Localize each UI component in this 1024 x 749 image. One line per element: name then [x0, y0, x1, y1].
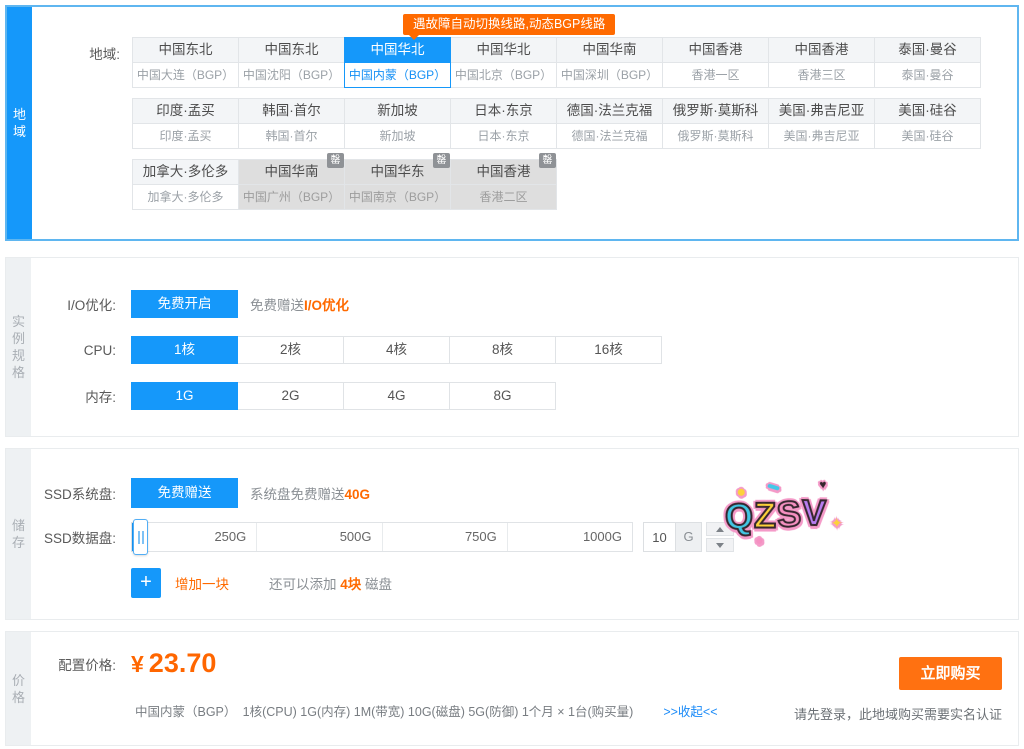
region-option-shenyang[interactable]: 中国东北 中国沈阳（BGP）	[238, 37, 345, 88]
instance-spec-section: 实例规格 I/O优化: 免费开启 免费赠送I/O优化 CPU: 1核 2核 4核…	[5, 257, 1019, 437]
region-option-neimeng-selected[interactable]: 中国华北 中国内蒙（BGP）	[344, 37, 451, 88]
slider-handle[interactable]	[133, 519, 148, 555]
memory-option-2g[interactable]: 2G	[237, 382, 344, 410]
sold-out-badge: 罄	[433, 153, 450, 168]
io-enable-button[interactable]: 免费开启	[131, 290, 238, 318]
heart-icon: ♥	[819, 478, 828, 490]
price-section: 价格 配置价格: ¥23.70 中国内蒙（BGP） 1核(CPU) 1G(内存)…	[5, 631, 1019, 746]
region-option-siliconvalley[interactable]: 美国·硅谷 美国·硅谷	[874, 98, 981, 149]
cpu-row: CPU: 1核 2核 4核 8核 16核	[31, 336, 1018, 364]
region-option-singapore[interactable]: 新加坡 新加坡	[344, 98, 451, 149]
region-row-2: 印度·孟买 印度·孟买 韩国·首尔 韩国·首尔 新加坡 新加坡 日本·东京 日本…	[132, 98, 1017, 149]
system-disk-free-button[interactable]: 免费赠送	[131, 478, 238, 508]
region-option-frankfurt[interactable]: 德国·法兰克福 德国·法兰克福	[556, 98, 663, 149]
login-required-note: 请先登录，此地域购买需要实名认证	[794, 704, 1002, 723]
region-option-virginia[interactable]: 美国·弗吉尼亚 美国·弗吉尼亚	[768, 98, 875, 149]
region-option-toronto[interactable]: 加拿大·多伦多 加拿大·多伦多	[132, 159, 239, 210]
region-row-3: 加拿大·多伦多 加拿大·多伦多 中国华南 中国广州（BGP） 罄 中国华东 中国…	[132, 159, 1017, 210]
region-option-nanjing-soldout[interactable]: 中国华东 中国南京（BGP） 罄	[344, 159, 451, 210]
add-disk-label[interactable]: 增加一块	[175, 573, 229, 593]
disk-size-slider[interactable]: 250G 500G 750G 1000G	[131, 522, 633, 552]
storage-section: 储存 SSD系统盘: 免费赠送 系统盘免费赠送40G SSD数据盘: 250G …	[5, 448, 1019, 620]
region-option-beijing[interactable]: 中国华北 中国北京（BGP）	[450, 37, 557, 88]
slider-mark-250g: 250G	[132, 523, 256, 551]
storage-sidebar-label: 储存	[11, 517, 26, 551]
config-price: ¥23.70	[131, 648, 216, 679]
stepper-down-button[interactable]	[706, 538, 734, 552]
vps-config-page: 地域 遇故障自动切换线路,动态BGP线路 地域: 中国东北 中国大连（BGP） …	[0, 0, 1024, 749]
cpu-option-1[interactable]: 1核	[131, 336, 238, 364]
region-sidebar-label: 地域	[12, 106, 27, 140]
graffiti-watermark: QZSV ♥ ✦	[724, 494, 828, 535]
system-disk-label: SSD系统盘:	[31, 483, 131, 503]
region-option-hk3[interactable]: 中国香港 香港三区	[768, 37, 875, 88]
system-disk-row: SSD系统盘: 免费赠送 系统盘免费赠送40G	[31, 478, 1018, 508]
sold-out-badge: 罄	[539, 153, 556, 168]
price-row: 配置价格: ¥23.70	[31, 648, 1018, 679]
slider-mark-500g: 500G	[256, 523, 381, 551]
region-section: 地域 遇故障自动切换线路,动态BGP线路 地域: 中国东北 中国大连（BGP） …	[5, 5, 1019, 241]
memory-options: 1G 2G 4G 8G	[131, 382, 556, 410]
region-row-label: 地域:	[32, 43, 120, 63]
cpu-option-8[interactable]: 8核	[449, 336, 556, 364]
sparkle-icon: ✦	[830, 515, 843, 530]
memory-label: 内存:	[31, 386, 131, 406]
region-option-seoul[interactable]: 韩国·首尔 韩国·首尔	[238, 98, 345, 149]
instance-sidebar-tab: 实例规格	[6, 258, 31, 436]
region-option-hk2-soldout[interactable]: 中国香港 香港二区 罄	[450, 159, 557, 210]
bgp-line-badge: 遇故障自动切换线路,动态BGP线路	[403, 14, 615, 35]
memory-option-1g[interactable]: 1G	[131, 382, 238, 410]
io-label: I/O优化:	[31, 294, 131, 314]
cpu-option-16[interactable]: 16核	[555, 336, 662, 364]
slider-mark-750g: 750G	[382, 523, 507, 551]
currency-symbol: ¥	[131, 651, 144, 677]
io-note: 免费赠送I/O优化	[250, 294, 349, 314]
region-option-tokyo[interactable]: 日本·东京 日本·东京	[450, 98, 557, 149]
cpu-options: 1核 2核 4核 8核 16核	[131, 336, 662, 364]
disk-size-unit: G	[676, 522, 702, 552]
region-option-dalian[interactable]: 中国东北 中国大连（BGP）	[132, 37, 239, 88]
slider-mark-1000g: 1000G	[507, 523, 632, 551]
buy-now-button[interactable]: 立即购买	[899, 657, 1002, 690]
memory-row: 内存: 1G 2G 4G 8G	[31, 382, 1018, 410]
arrow-up-icon	[716, 527, 724, 532]
region-option-hk1[interactable]: 中国香港 香港一区	[662, 37, 769, 88]
cpu-option-4[interactable]: 4核	[343, 336, 450, 364]
data-disk-row: SSD数据盘: 250G 500G 750G 1000G G	[31, 522, 1018, 552]
region-option-moscow[interactable]: 俄罗斯·莫斯科 俄罗斯·莫斯科	[662, 98, 769, 149]
add-disk-note: 还可以添加 4块 磁盘	[269, 573, 392, 593]
region-row-1: 中国东北 中国大连（BGP） 中国东北 中国沈阳（BGP） 中国华北 中国内蒙（…	[132, 37, 1017, 88]
region-content: 遇故障自动切换线路,动态BGP线路 地域: 中国东北 中国大连（BGP） 中国东…	[32, 7, 1017, 239]
disk-size-input[interactable]	[643, 522, 676, 552]
price-label: 配置价格:	[31, 654, 131, 674]
storage-content: SSD系统盘: 免费赠送 系统盘免费赠送40G SSD数据盘: 250G 500…	[31, 449, 1018, 619]
region-option-mumbai[interactable]: 印度·孟买 印度·孟买	[132, 98, 239, 149]
add-disk-row: + 增加一块 还可以添加 4块 磁盘	[31, 568, 1018, 598]
price-content: 配置价格: ¥23.70 中国内蒙（BGP） 1核(CPU) 1G(内存) 1M…	[31, 632, 1018, 745]
cpu-option-2[interactable]: 2核	[237, 336, 344, 364]
price-amount: 23.70	[149, 648, 217, 678]
cpu-label: CPU:	[31, 343, 131, 358]
price-sidebar-label: 价格	[11, 672, 26, 706]
storage-sidebar-tab: 储存	[6, 449, 31, 619]
instance-content: I/O优化: 免费开启 免费赠送I/O优化 CPU: 1核 2核 4核 8核 1…	[31, 258, 1018, 436]
collapse-link[interactable]: >>收起<<	[663, 701, 717, 720]
region-option-guangzhou-soldout[interactable]: 中国华南 中国广州（BGP） 罄	[238, 159, 345, 210]
memory-option-8g[interactable]: 8G	[449, 382, 556, 410]
data-disk-label: SSD数据盘:	[31, 527, 131, 547]
arrow-down-icon	[716, 543, 724, 548]
instance-sidebar-label: 实例规格	[11, 313, 26, 381]
config-summary: 中国内蒙（BGP） 1核(CPU) 1G(内存) 1M(带宽) 10G(磁盘) …	[135, 701, 633, 720]
price-sidebar-tab: 价格	[6, 632, 31, 745]
system-disk-note: 系统盘免费赠送40G	[250, 483, 370, 503]
region-sidebar-tab: 地域	[7, 7, 32, 239]
region-option-bangkok[interactable]: 泰国·曼谷 泰国·曼谷	[874, 37, 981, 88]
sold-out-badge: 罄	[327, 153, 344, 168]
io-row: I/O优化: 免费开启 免费赠送I/O优化	[31, 290, 1018, 318]
region-grid: 中国东北 中国大连（BGP） 中国东北 中国沈阳（BGP） 中国华北 中国内蒙（…	[32, 7, 1017, 210]
region-option-shenzhen[interactable]: 中国华南 中国深圳（BGP）	[556, 37, 663, 88]
add-disk-button[interactable]: +	[131, 568, 161, 598]
memory-option-4g[interactable]: 4G	[343, 382, 450, 410]
